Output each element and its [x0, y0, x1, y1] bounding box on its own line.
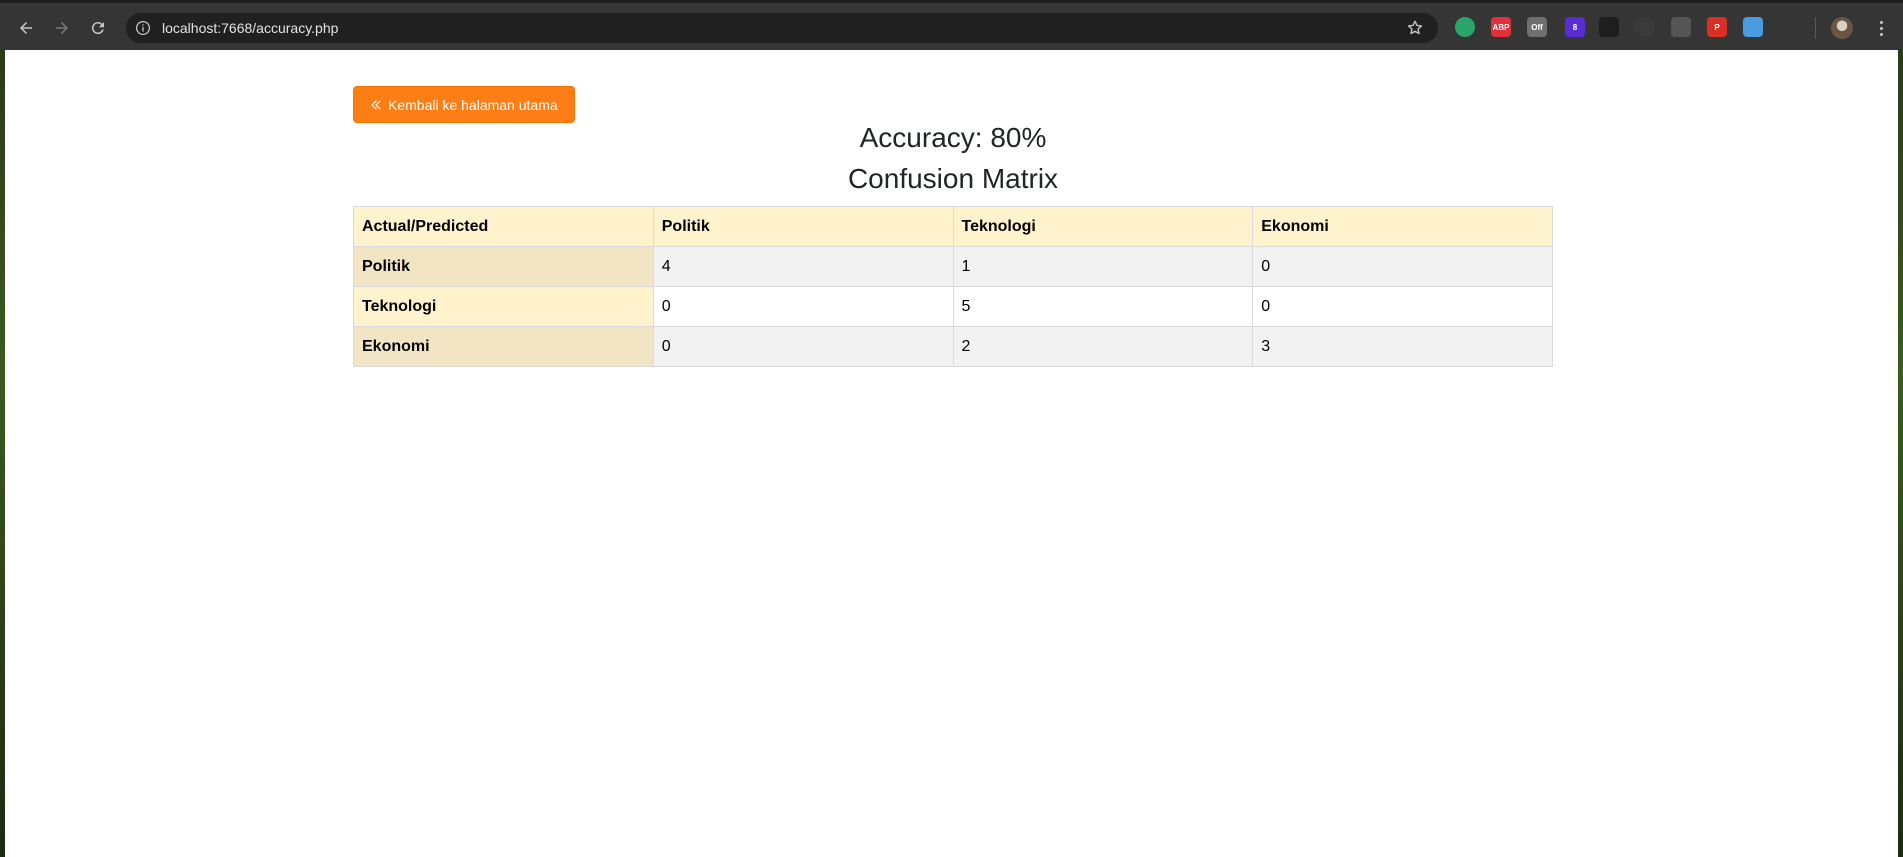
url-text: localhost:7668/accuracy.php: [162, 20, 339, 36]
table-cell: 0: [1252, 286, 1553, 327]
forward-nav-button[interactable]: [50, 16, 74, 40]
accuracy-title: Accuracy: 80%: [859, 122, 1047, 153]
address-bar[interactable]: localhost:7668/accuracy.php: [126, 13, 1438, 43]
table-cell: 4: [652, 246, 954, 287]
browser-menu-icon[interactable]: [1873, 17, 1889, 39]
table-cell: 2: [952, 326, 1254, 367]
profile-avatar[interactable]: [1831, 17, 1853, 39]
row-header: Teknologi: [353, 286, 654, 327]
gray-extension-icon[interactable]: [1671, 17, 1691, 37]
arrow-left-icon: [20, 22, 32, 34]
pdf-extension-icon[interactable]: P: [1707, 17, 1727, 37]
back-to-home-button[interactable]: Kembali ke halaman utama: [353, 86, 575, 123]
double-chevron-left-icon: [371, 99, 381, 110]
table-row: Ekonomi 0 2 3: [353, 326, 1553, 367]
confusion-matrix-table: Actual/Predicted Politik Teknologi Ekono…: [353, 206, 1553, 367]
row-header: Politik: [353, 246, 654, 287]
table-cell: 1: [952, 246, 1254, 287]
browser-toolbar: localhost:7668/accuracy.php ABP Off 8 P: [0, 0, 1903, 50]
page-viewport: Kembali ke halaman utama Accuracy: 80% C…: [5, 50, 1898, 857]
table-cell: 0: [1252, 246, 1553, 287]
corner-header: Actual/Predicted: [353, 206, 654, 247]
reload-icon: [91, 22, 104, 35]
table-row: Teknologi 0 5 0: [353, 286, 1553, 327]
table-header-row: Actual/Predicted Politik Teknologi Ekono…: [353, 206, 1553, 247]
bookmark-star-icon[interactable]: [1406, 19, 1424, 37]
puzzle-extension-icon[interactable]: [1779, 17, 1799, 37]
back-nav-button[interactable]: [14, 16, 38, 40]
table-cell: 0: [652, 326, 954, 367]
table-cell: 0: [652, 286, 954, 327]
column-header: Teknologi: [952, 206, 1254, 247]
reload-button[interactable]: [86, 16, 110, 40]
column-header: Politik: [652, 206, 954, 247]
table-cell: 3: [1252, 326, 1553, 367]
off-extension-icon[interactable]: Off: [1527, 17, 1547, 37]
back-button-label: Kembali ke halaman utama: [388, 96, 558, 113]
table-cell: 5: [952, 286, 1254, 327]
desktop-edge-right: [1898, 50, 1903, 857]
purple-extension-icon[interactable]: 8: [1565, 17, 1585, 37]
column-header: Ekonomi: [1252, 206, 1553, 247]
arrow-right-icon: [56, 22, 68, 34]
confusion-matrix-title: Confusion Matrix: [847, 163, 1059, 194]
toolbar-divider: [1815, 17, 1816, 39]
table-row: Politik 4 1 0: [353, 246, 1553, 287]
grammarly-extension-icon[interactable]: [1455, 17, 1475, 37]
row-header: Ekonomi: [353, 326, 654, 367]
blue-extension-icon[interactable]: [1743, 17, 1763, 37]
terminal-extension-icon[interactable]: [1599, 17, 1619, 37]
target-extension-icon[interactable]: [1635, 17, 1655, 37]
info-icon[interactable]: [134, 19, 152, 37]
adblock-extension-icon[interactable]: ABP: [1491, 17, 1511, 37]
